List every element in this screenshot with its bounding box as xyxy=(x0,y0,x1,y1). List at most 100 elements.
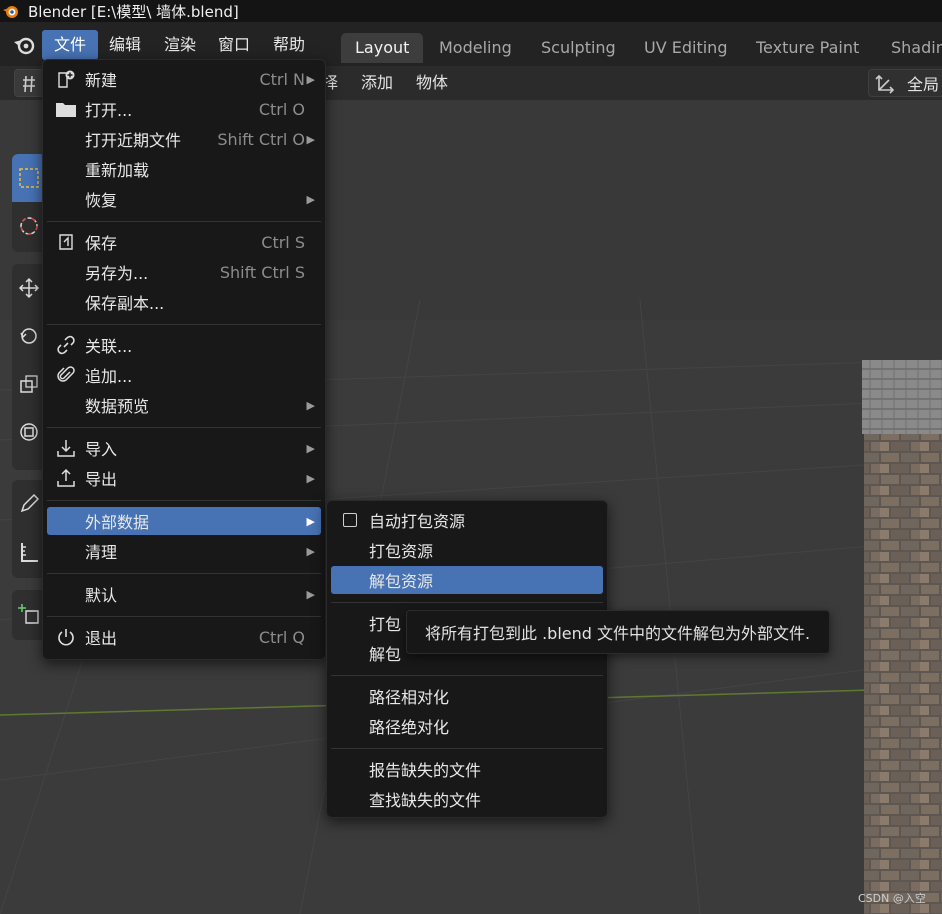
menu-edit[interactable]: 编辑 xyxy=(97,30,153,60)
ruler-icon xyxy=(21,543,38,562)
folder-icon xyxy=(47,100,85,118)
tool-move[interactable] xyxy=(12,264,46,312)
tool-rotate[interactable] xyxy=(12,312,46,360)
tool-transform[interactable] xyxy=(12,408,46,456)
window-titlebar: Blender [E:\模型\ 墙体.blend] xyxy=(0,0,942,22)
menu-item-label: 默认 xyxy=(85,586,118,605)
menu-item-label: 新建 xyxy=(85,71,118,90)
menu-item-label: 导出 xyxy=(85,470,118,489)
menu-item-label: 报告缺失的文件 xyxy=(369,761,482,780)
tool-add-cube[interactable] xyxy=(12,590,46,638)
tool-cursor[interactable] xyxy=(12,202,46,250)
menu-item-clean-up[interactable]: 清理 ▶ xyxy=(47,537,321,565)
menu-item-find-missing-files[interactable]: 查找缺失的文件 xyxy=(331,785,603,813)
menu-item-revert[interactable]: 重新加载 xyxy=(47,155,321,183)
menu-item-label: 关联... xyxy=(85,337,133,356)
menu-item-import[interactable]: 导入 ▶ xyxy=(47,434,321,462)
menu-separator xyxy=(331,602,603,603)
tab-modeling[interactable]: Modeling xyxy=(425,33,526,63)
menu-separator xyxy=(331,675,603,676)
menu-item-label: 解包资源 xyxy=(369,572,434,591)
tab-layout[interactable]: Layout xyxy=(341,33,424,63)
tool-select-box[interactable] xyxy=(12,154,46,202)
tab-texture-paint[interactable]: Texture Paint xyxy=(742,33,873,63)
transform-icon xyxy=(20,423,38,441)
menu-item-unpack-resources[interactable]: 解包资源 xyxy=(331,566,603,594)
menu-item-save[interactable]: 保存 Ctrl S xyxy=(47,228,321,256)
menu-separator xyxy=(331,748,603,749)
submenu-arrow-icon: ▶ xyxy=(306,471,315,485)
menu-item-label: 打包 xyxy=(369,615,402,634)
toolbar-select-group xyxy=(12,154,46,252)
menu-item-label: 外部数据 xyxy=(85,513,150,532)
menu-item-shortcut: Ctrl S xyxy=(261,232,305,252)
menu-window[interactable]: 窗口 xyxy=(206,30,262,60)
paperclip-icon xyxy=(47,365,85,385)
menu-item-export[interactable]: 导出 ▶ xyxy=(47,464,321,492)
menu-item-auto-pack[interactable]: 自动打包资源 xyxy=(331,506,603,534)
menu-item-report-missing-files[interactable]: 报告缺失的文件 xyxy=(331,755,603,783)
tool-annotate[interactable] xyxy=(12,480,46,528)
menu-separator xyxy=(47,573,321,574)
blender-menu-icon[interactable] xyxy=(12,34,38,56)
transform-orientation-dropdown[interactable]: 全局 xyxy=(868,69,942,97)
menu-help[interactable]: 帮助 xyxy=(261,30,317,60)
menu-item-recover[interactable]: 恢复 ▶ xyxy=(47,185,321,213)
submenu-arrow-icon: ▶ xyxy=(306,587,315,601)
submenu-arrow-icon: ▶ xyxy=(306,441,315,455)
menu-item-shortcut: Shift Ctrl S xyxy=(219,262,305,282)
submenu-arrow-icon: ▶ xyxy=(306,398,315,412)
menu-item-shortcut: Shift Ctrl O xyxy=(217,129,305,149)
object-menu[interactable]: 物体 xyxy=(416,70,448,96)
menu-item-link[interactable]: 关联... xyxy=(47,331,321,359)
external-data-submenu: 自动打包资源 打包资源 解包资源 打包 解包 路径相对化 路径绝对化 报告缺失的… xyxy=(326,500,608,818)
menu-separator xyxy=(47,500,321,501)
checkbox-icon[interactable] xyxy=(331,513,369,527)
menu-item-external-data[interactable]: 外部数据 ▶ xyxy=(47,507,321,535)
select-box-icon xyxy=(19,168,39,188)
menu-item-label: 清理 xyxy=(85,543,118,562)
menu-item-save-as[interactable]: 另存为... Shift Ctrl S xyxy=(47,258,321,286)
menu-item-shortcut: Ctrl N xyxy=(259,69,305,89)
menu-item-open[interactable]: 打开... Ctrl O xyxy=(47,95,321,123)
watermark: CSDN @入空 xyxy=(858,892,926,905)
add-cube-icon xyxy=(18,604,39,624)
tab-uv-editing[interactable]: UV Editing xyxy=(630,33,741,63)
editor-type-icon xyxy=(23,75,35,93)
editor-type-button[interactable] xyxy=(14,69,44,97)
tool-scale[interactable] xyxy=(12,360,46,408)
menu-item-quit[interactable]: 退出 Ctrl Q xyxy=(47,623,321,651)
menu-item-make-paths-absolute[interactable]: 路径绝对化 xyxy=(331,712,603,740)
menu-item-pack-resources[interactable]: 打包资源 xyxy=(331,536,603,564)
orientation-icon xyxy=(875,74,895,94)
tool-measure[interactable] xyxy=(12,528,46,576)
tab-shading[interactable]: Shadin xyxy=(877,33,942,63)
export-icon xyxy=(47,468,85,488)
menu-item-make-paths-relative[interactable]: 路径相对化 xyxy=(331,682,603,710)
menu-item-shortcut: Ctrl O xyxy=(258,99,305,119)
menu-item-defaults[interactable]: 默认 ▶ xyxy=(47,580,321,608)
menu-item-label: 打开近期文件 xyxy=(85,131,182,150)
pencil-icon xyxy=(20,493,40,513)
add-menu[interactable]: 添加 xyxy=(361,70,393,96)
rotate-icon xyxy=(20,328,37,344)
menu-item-open-recent[interactable]: 打开近期文件 Shift Ctrl O ▶ xyxy=(47,125,321,153)
menu-item-new[interactable]: 新建 Ctrl N ▶ xyxy=(47,65,321,93)
menu-separator xyxy=(47,324,321,325)
menu-item-data-previews[interactable]: 数据预览 ▶ xyxy=(47,391,321,419)
menu-item-append[interactable]: 追加... xyxy=(47,361,321,389)
save-icon xyxy=(47,232,85,252)
menu-item-label: 查找缺失的文件 xyxy=(369,791,482,810)
import-icon xyxy=(47,438,85,458)
menu-item-label: 解包 xyxy=(369,645,402,664)
menu-render[interactable]: 渲染 xyxy=(152,30,208,60)
menu-item-label: 重新加载 xyxy=(85,161,150,180)
menu-item-save-copy[interactable]: 保存副本... xyxy=(47,288,321,316)
tooltip: 将所有打包到此 .blend 文件中的文件解包为外部文件. xyxy=(406,610,830,654)
menu-item-label: 保存副本... xyxy=(85,294,165,313)
tab-sculpting[interactable]: Sculpting xyxy=(527,33,630,63)
move-icon xyxy=(18,277,40,299)
toolbar-transform-group xyxy=(12,264,46,470)
menu-file[interactable]: 文件 xyxy=(42,30,99,60)
menu-separator xyxy=(47,616,321,617)
